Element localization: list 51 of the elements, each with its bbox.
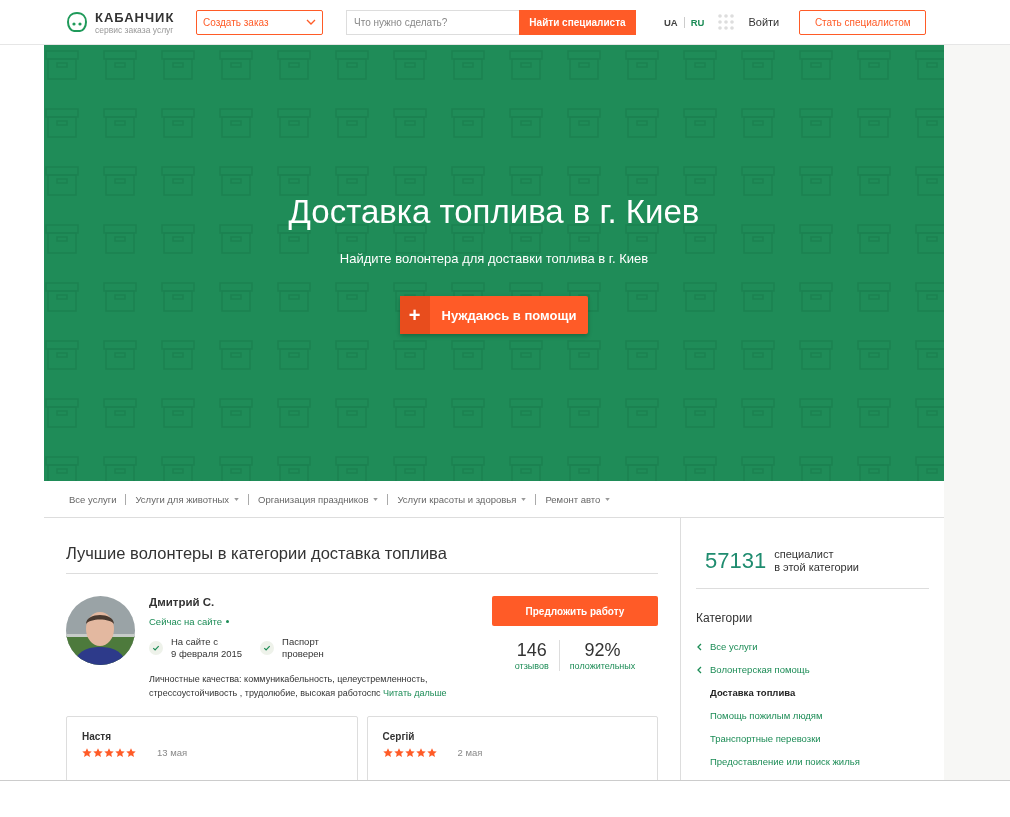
check-icon — [260, 641, 275, 655]
logo-subtitle: сервис заказа услуг — [95, 24, 175, 35]
hero-subtitle: Найдите волонтера для доставки топлива в г. Киев — [339, 251, 649, 266]
badge-label: Паспорт — [282, 636, 320, 648]
search-button[interactable]: Найти специалиста — [519, 9, 636, 35]
category-link[interactable]: Все услуги — [60, 493, 126, 505]
online-status: Сейчас на сайте — [149, 616, 223, 627]
stat-value: 146 — [516, 640, 547, 661]
chevron-left-icon — [696, 642, 703, 651]
stat-label: отзывов — [514, 661, 549, 671]
badge-value: 9 февраля 2015 — [171, 648, 243, 660]
read-more-link[interactable]: Читать дальше — [383, 688, 447, 698]
language-option[interactable]: UA — [658, 16, 684, 28]
category-link[interactable]: Услуги для животных — [126, 493, 249, 505]
review-date: 13 мая — [157, 747, 188, 758]
need-help-button[interactable]: + Нуждаюсь в помощи — [399, 296, 589, 334]
check-icon — [149, 641, 163, 655]
category-link[interactable]: Организация праздников — [249, 493, 388, 505]
specialist-name[interactable]: Дмитрий С. — [149, 596, 479, 608]
category-link[interactable]: Доставка топлива — [696, 681, 929, 704]
reviewer-name: Настя — [82, 731, 113, 742]
category-link[interactable]: Все услуги — [696, 635, 929, 658]
hero-title: Доставка топлива в г. Киев — [288, 193, 700, 231]
review-date: 2 мая — [457, 747, 483, 758]
category-link[interactable]: Волонтерская помощь — [696, 658, 929, 681]
stat-value: 92% — [584, 640, 621, 661]
category-link[interactable]: Предоставление или поиск жилья — [696, 750, 929, 773]
category-link[interactable]: Помощь пожилым людям — [696, 704, 929, 727]
category-link[interactable]: Ремонт авто — [536, 493, 620, 505]
specialist-count: 57131 — [705, 548, 767, 574]
reviewer-name: Сергій — [382, 731, 416, 742]
search-field[interactable]: Что нужно сделать? — [346, 9, 519, 35]
badge-value: проверен — [282, 648, 324, 660]
language-option[interactable]: RU — [683, 16, 711, 28]
chevron-left-icon — [696, 665, 703, 674]
create-order-dropdown[interactable]: Создать заказ — [196, 9, 323, 35]
become-specialist-button[interactable]: Стать специалистом — [799, 9, 927, 35]
category-link[interactable]: Услуги красоты и здоровья — [388, 493, 536, 505]
badge-label: На сайте с — [171, 636, 220, 648]
qualities-text: Личностные качества: коммуникабельность, целеустремленность, стрессоустойчивость , трудолюбие, высокая работоспс Читать дальше — [149, 673, 448, 700]
logo-title: КАБАНЧИК — [95, 9, 175, 25]
logo-icon[interactable] — [66, 11, 88, 33]
count-label: в этой категории — [774, 561, 859, 574]
category-link[interactable]: Транспортные перевозки — [696, 727, 929, 750]
chevron-down-icon — [306, 19, 316, 25]
count-label: специалист — [774, 548, 835, 561]
login-link[interactable]: Войти — [748, 16, 780, 28]
categories-title: Категории — [696, 611, 754, 625]
offer-job-button[interactable]: Предложить работу — [492, 596, 658, 626]
section-title: Лучшие волонтеры в категории доставка топлива — [66, 518, 658, 574]
stat-label: положительных — [569, 661, 636, 671]
